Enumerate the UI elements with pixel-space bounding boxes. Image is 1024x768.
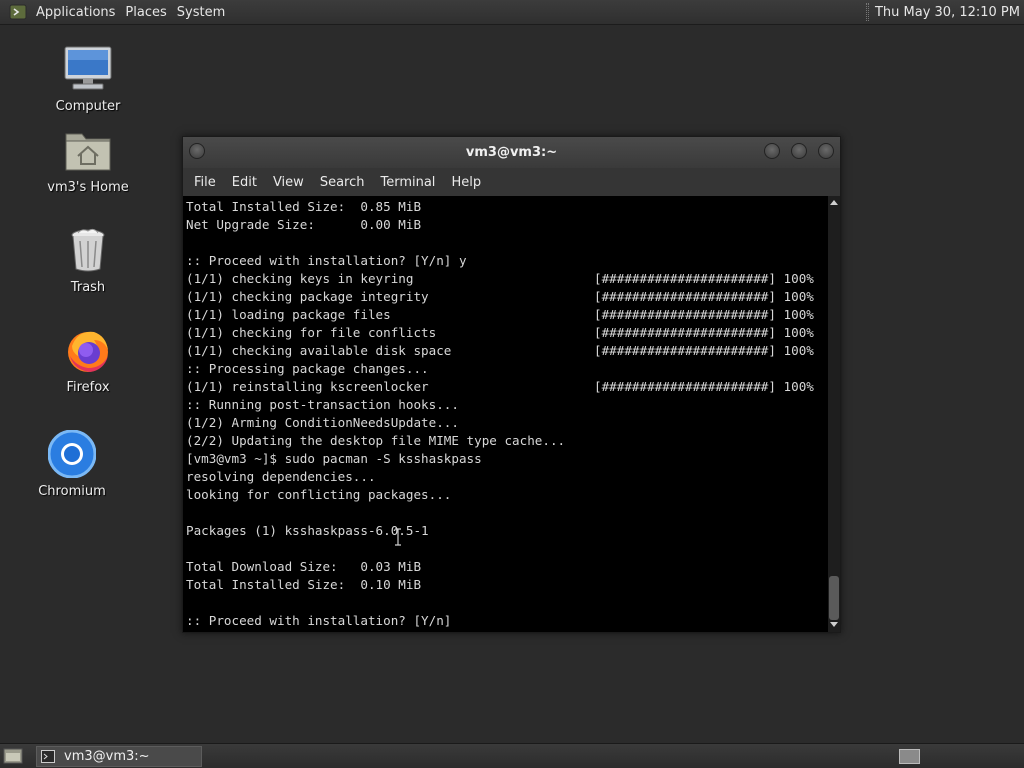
terminal-line: (1/2) Arming ConditionNeedsUpdate... — [186, 414, 828, 432]
desktop-icon-label: Chromium — [38, 484, 106, 499]
terminal-line: (1/1) reinstalling kscreenlocker [#######… — [186, 378, 828, 396]
progress-bar-text: [######################] 100% — [594, 343, 814, 358]
terminal-line: (2/2) Updating the desktop file MIME typ… — [186, 432, 828, 450]
desktop-icon-trash[interactable]: Trash — [38, 226, 138, 295]
terminal-line-text: :: Proceed with installation? [Y/n] y — [186, 253, 467, 268]
terminal-line-text: Net Upgrade Size: 0.00 MiB — [186, 217, 422, 232]
computer-icon — [62, 45, 114, 93]
terminal-line-text: Total Installed Size: 0.10 MiB — [186, 577, 422, 592]
desktop-icon-home[interactable]: vm3's Home — [38, 126, 138, 195]
terminal-line-text: (1/1) checking for file conflicts — [186, 325, 437, 340]
terminal-line: :: Proceed with installation? [Y/n] — [186, 612, 828, 630]
terminal-line: (1/1) checking for file conflicts [######… — [186, 324, 828, 342]
scroll-thumb[interactable] — [829, 576, 839, 620]
terminal-line: [vm3@vm3 ~]$ sudo pacman -S ksshaskpass — [186, 450, 828, 468]
menu-search[interactable]: Search — [312, 175, 373, 190]
terminal-line-text: looking for conflicting packages... — [186, 487, 452, 502]
terminal-menubar: File Edit View Search Terminal Help — [183, 168, 840, 196]
trash-icon — [62, 226, 114, 274]
bottom-panel: vm3@vm3:~ — [0, 743, 1024, 768]
scroll-down-arrow-icon[interactable] — [830, 622, 838, 627]
window-titlebar[interactable]: vm3@vm3:~ — [183, 137, 840, 168]
menu-terminal[interactable]: Terminal — [372, 175, 443, 190]
terminal-line: resolving dependencies... — [186, 468, 828, 486]
system-menu[interactable]: System — [175, 0, 233, 25]
firefox-icon — [62, 326, 114, 374]
menu-file[interactable]: File — [186, 175, 224, 190]
applications-menu[interactable]: Applications — [33, 0, 123, 25]
minimize-button[interactable] — [764, 143, 780, 159]
show-desktop-icon[interactable] — [2, 747, 24, 765]
top-panel: Applications Places System Thu May 30, 1… — [0, 0, 1024, 25]
terminal-line-text: :: Processing package changes... — [186, 361, 429, 376]
terminal-line-text: Total Download Size: 0.03 MiB — [186, 559, 422, 574]
desktop-icon-label: Trash — [70, 280, 106, 295]
terminal-line: (1/1) loading package files [############… — [186, 306, 828, 324]
terminal-line-text: Packages (1) ksshaskpass-6.0.5-1 — [186, 523, 429, 538]
terminal-line: (1/1) checking available disk space [####… — [186, 342, 828, 360]
terminal-line-text: (2/2) Updating the desktop file MIME typ… — [186, 433, 566, 448]
terminal-line: Total Installed Size: 0.85 MiB — [186, 198, 828, 216]
home-folder-icon — [62, 126, 114, 174]
menu-edit[interactable]: Edit — [224, 175, 265, 190]
taskbar-label: vm3@vm3:~ — [64, 748, 150, 764]
terminal-line-text: (1/1) reinstalling kscreenlocker — [186, 379, 429, 394]
terminal-line: (1/1) checking keys in keyring [#########… — [186, 270, 828, 288]
terminal-line-text: Total Installed Size: 0.85 MiB — [186, 199, 422, 214]
terminal-output[interactable]: Total Installed Size: 0.85 MiB Net Upgrad… — [183, 196, 828, 632]
terminal-line-text: (1/1) checking package integrity — [186, 289, 429, 304]
terminal-line: Packages (1) ksshaskpass-6.0.5-1 — [186, 522, 828, 540]
window-menu-button[interactable] — [189, 143, 205, 159]
panel-separator — [865, 3, 869, 21]
terminal-line-text: (1/2) Arming ConditionNeedsUpdate... — [186, 415, 459, 430]
terminal-scrollbar[interactable] — [828, 196, 840, 632]
terminal-icon — [41, 749, 55, 763]
terminal-line-text: (1/1) checking keys in keyring — [186, 271, 414, 286]
terminal-line-text: :: Proceed with installation? [Y/n] — [186, 613, 459, 628]
desktop-icon-label: vm3's Home — [47, 180, 129, 195]
desktop-icon-computer[interactable]: Computer — [38, 45, 138, 114]
terminal-line-text: (1/1) checking available disk space — [186, 343, 452, 358]
window-title: vm3@vm3:~ — [465, 145, 558, 160]
close-button[interactable] — [818, 143, 834, 159]
progress-bar-text: [######################] 100% — [594, 289, 814, 304]
progress-bar-text: [######################] 100% — [594, 325, 814, 340]
terminal-line-text: resolving dependencies... — [186, 469, 376, 484]
terminal-line: :: Processing package changes... — [186, 360, 828, 378]
ibeam-cursor-icon — [395, 528, 401, 546]
terminal-line: Total Download Size: 0.03 MiB — [186, 558, 828, 576]
terminal-line: (1/1) checking package integrity [#######… — [186, 288, 828, 306]
terminal-line: :: Proceed with installation? [Y/n] y — [186, 252, 828, 270]
chromium-icon — [46, 430, 98, 478]
desktop-icon-chromium[interactable]: Chromium — [22, 430, 122, 499]
terminal-line-text: :: Running post-transaction hooks... — [186, 397, 459, 412]
menu-view[interactable]: View — [265, 175, 312, 190]
progress-bar-text: [######################] 100% — [594, 271, 814, 286]
desktop-icon-firefox[interactable]: Firefox — [38, 326, 138, 395]
terminal-line-text: (1/1) loading package files — [186, 307, 391, 322]
terminal-line: Total Installed Size: 0.10 MiB — [186, 576, 828, 594]
applications-logo-icon[interactable] — [9, 3, 27, 21]
taskbar-terminal-button[interactable]: vm3@vm3:~ — [36, 745, 202, 767]
scroll-up-arrow-icon[interactable] — [830, 200, 838, 205]
terminal-line: looking for conflicting packages... — [186, 486, 828, 504]
menu-help[interactable]: Help — [443, 175, 489, 190]
progress-bar-text: [######################] 100% — [594, 307, 814, 322]
desktop-icon-label: Computer — [55, 99, 121, 114]
places-menu[interactable]: Places — [123, 0, 174, 25]
desktop-icon-label: Firefox — [66, 380, 110, 395]
terminal-window[interactable]: vm3@vm3:~ File Edit View Search Terminal… — [182, 136, 841, 633]
terminal-line: :: Running post-transaction hooks... — [186, 396, 828, 414]
clock[interactable]: Thu May 30, 12:10 PM — [875, 5, 1024, 20]
workspace-switcher[interactable] — [899, 748, 920, 764]
terminal-line: Net Upgrade Size: 0.00 MiB — [186, 216, 828, 234]
progress-bar-text: [######################] 100% — [594, 379, 814, 394]
maximize-button[interactable] — [791, 143, 807, 159]
terminal-line-text: [vm3@vm3 ~]$ sudo pacman -S ksshaskpass — [186, 451, 482, 466]
